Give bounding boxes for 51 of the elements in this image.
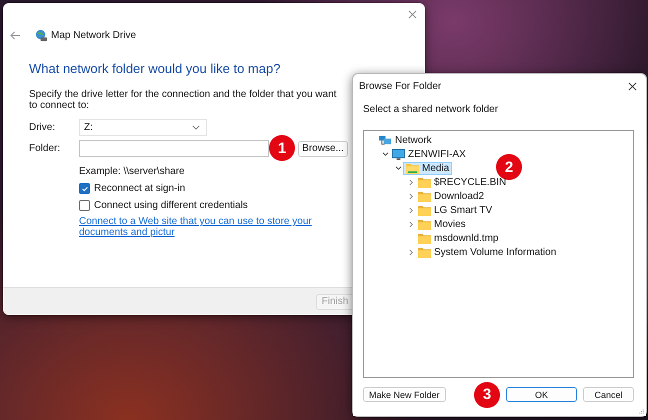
drive-label: Drive: bbox=[29, 122, 56, 133]
chevron-down-icon[interactable] bbox=[395, 166, 402, 170]
folder-icon bbox=[418, 176, 431, 188]
chevron-down-icon bbox=[192, 125, 200, 130]
checkbox-label: Reconnect at sign-in bbox=[94, 183, 186, 194]
network-icon bbox=[379, 134, 392, 146]
callout-badge: 1 bbox=[269, 135, 295, 161]
folder-icon bbox=[418, 246, 431, 258]
tree-item[interactable]: msdownld.tmp bbox=[416, 232, 500, 244]
chevron-right-icon[interactable] bbox=[409, 220, 414, 228]
chevron-right-icon[interactable] bbox=[409, 206, 414, 214]
tree-item[interactable]: Network bbox=[377, 134, 434, 146]
close-icon[interactable] bbox=[628, 82, 637, 90]
instruction-text: Specify the drive letter for the connection and the folder that you want to connect to: bbox=[29, 89, 338, 111]
chevron-down-icon[interactable] bbox=[382, 152, 389, 156]
tree-item[interactable]: LG Smart TV bbox=[416, 204, 494, 216]
page-heading: What network folder would you like to map? bbox=[29, 61, 282, 76]
shared-folder-icon bbox=[406, 162, 419, 174]
folder-icon bbox=[418, 204, 431, 216]
folder-icon bbox=[418, 232, 431, 244]
ok-button[interactable]: OK bbox=[506, 387, 577, 402]
tree-item[interactable]: Movies bbox=[416, 218, 468, 230]
network-drive-icon bbox=[35, 28, 48, 42]
make-new-folder-button[interactable]: Make New Folder bbox=[363, 387, 446, 402]
chevron-right-icon[interactable] bbox=[409, 248, 414, 256]
folder-input-field[interactable] bbox=[79, 140, 269, 157]
example-text: Example: \\server\share bbox=[79, 166, 185, 177]
tree-item[interactable]: Media bbox=[403, 162, 452, 174]
checkbox-label: Connect using different credentials bbox=[94, 200, 248, 211]
folder-icon bbox=[418, 218, 431, 230]
folder-label: Folder: bbox=[29, 143, 62, 154]
chevron-right-icon[interactable] bbox=[409, 192, 414, 200]
checkbox[interactable] bbox=[79, 183, 90, 194]
dialog-title: Browse For Folder bbox=[359, 80, 442, 92]
web-site-link[interactable]: Connect to a Web site that you can use to store your documents and pictur bbox=[79, 216, 349, 238]
cancel-button[interactable]: Cancel bbox=[583, 387, 634, 402]
chevron-right-icon[interactable] bbox=[409, 178, 414, 186]
back-arrow-icon[interactable] bbox=[10, 30, 21, 40]
tree-item[interactable]: ZENWIFI-AX bbox=[390, 148, 468, 160]
window-title: Map Network Drive bbox=[51, 30, 136, 40]
folder-icon bbox=[418, 190, 431, 202]
drive-dropdown[interactable]: Z: bbox=[79, 119, 207, 136]
tree-item[interactable]: System Volume Information bbox=[416, 246, 558, 258]
checkmark-icon bbox=[80, 184, 88, 192]
browse-button[interactable]: Browse... bbox=[298, 140, 348, 156]
monitor-icon bbox=[392, 148, 405, 160]
callout-badge: 3 bbox=[474, 382, 500, 408]
dialog-instruction: Select a shared network folder bbox=[363, 104, 500, 117]
tree-item[interactable]: Download2 bbox=[416, 190, 486, 202]
checkbox[interactable] bbox=[79, 200, 90, 211]
folder-tree[interactable]: Network ZENWIFI-AX Media 2 $RECYCLE.BIN Download2 LG Smart TV Movies msdownld.tmp System Volume Information bbox=[363, 130, 634, 378]
